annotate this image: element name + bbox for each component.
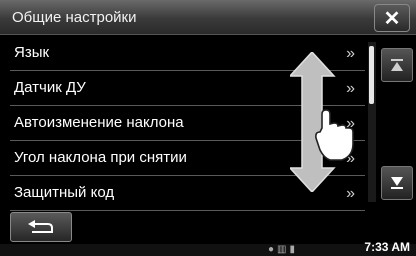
close-icon: ✕ xyxy=(383,7,401,30)
title-bar: Общие настройки xyxy=(0,0,416,35)
status-icons: ●▥▮ xyxy=(268,244,298,255)
status-bar xyxy=(0,244,416,256)
clock: 7:33 AM xyxy=(364,240,410,254)
list-item-label: Автоизменение наклона xyxy=(14,114,184,131)
bluetooth-icon: ● xyxy=(268,244,278,255)
scroll-bottom-button[interactable] xyxy=(381,166,413,200)
close-button[interactable]: ✕ xyxy=(374,4,410,32)
signal-icon: ▮ xyxy=(289,244,299,255)
list-item-label: Защитный код xyxy=(14,184,115,201)
back-button[interactable] xyxy=(10,212,72,242)
back-arrow-icon xyxy=(28,220,53,233)
list-item-label: Язык xyxy=(14,44,50,61)
scroll-top-button[interactable] xyxy=(381,48,413,82)
scroll-bottom-icon xyxy=(391,177,403,189)
swipe-gesture-icon xyxy=(290,52,354,192)
list-item-label: Датчик ДУ xyxy=(14,79,86,96)
list-item-label: Угол наклона при снятии xyxy=(14,149,187,166)
scrollbar-thumb[interactable] xyxy=(369,46,374,104)
scroll-top-icon xyxy=(391,59,403,71)
battery-icon: ▥ xyxy=(277,244,290,255)
page-title: Общие настройки xyxy=(12,9,137,26)
